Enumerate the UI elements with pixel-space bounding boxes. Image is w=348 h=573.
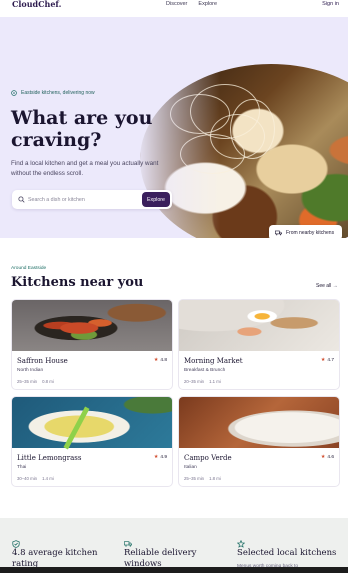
kitchen-image: [12, 397, 172, 450]
kitchen-card-campo-verde[interactable]: Campo Verde ★ 4.6 Italian 25–35 min 1.8 mi: [178, 396, 340, 487]
nav-link-discover[interactable]: Discover: [166, 1, 187, 7]
kitchen-name: Little Lemongrass: [17, 454, 82, 462]
kitchens-eyebrow: Around Eastside: [11, 266, 47, 271]
nav-link-explore[interactable]: Explore: [198, 1, 217, 7]
rating-value: 4.9: [160, 454, 167, 460]
hero-image-fade: [140, 64, 220, 238]
feature-title: Selected local kitchens: [237, 548, 337, 558]
explore-button[interactable]: Explore: [142, 192, 170, 207]
nearby-button-label: From nearby kitchens: [286, 229, 335, 236]
kitchen-cuisine: North Indian: [17, 368, 44, 373]
rating-value: 4.6: [327, 454, 334, 460]
brand-logo[interactable]: CloudChef.: [12, 0, 61, 9]
kitchen-image: [12, 300, 172, 351]
distance: 1.8 mi: [209, 476, 221, 481]
kitchen-card-little-lemongrass[interactable]: Little Lemongrass ★ 4.9 Thai 30–40 min 1.4…: [11, 396, 173, 487]
kitchen-name: Campo Verde: [184, 454, 232, 462]
straw-decoration: [63, 406, 90, 450]
location-pin-icon: [11, 90, 17, 96]
hero-subtitle: Find a local kitchen and get a meal you …: [11, 160, 159, 177]
rating-value: 4.8: [160, 357, 167, 363]
kitchen-rating: ★ 4.8: [154, 357, 167, 363]
kitchen-image: [179, 397, 339, 448]
feature-rating: 4.8 average kitchen rating: [12, 535, 122, 569]
shield-check-icon: [12, 540, 20, 548]
nav-links: Discover Explore: [166, 1, 217, 7]
search-bar: Explore: [12, 190, 172, 209]
kitchen-cuisine: Italian: [184, 465, 197, 470]
location-tag-text: Eastside kitchens, delivering now: [21, 90, 95, 96]
search-input[interactable]: [28, 194, 132, 205]
hero-title: What are you craving?: [11, 107, 153, 151]
kitchen-rating: ★ 4.7: [321, 357, 334, 363]
star-icon: ★: [320, 357, 326, 363]
kitchen-cuisine: Thai: [17, 465, 27, 470]
kitchen-name: Morning Market: [184, 357, 243, 365]
kitchen-card-saffron-house[interactable]: Saffron House ★ 4.8 North Indian 25–35 mi…: [11, 299, 173, 390]
delivery-time: 30–40 min: [17, 476, 38, 481]
delivery-time: 25–35 min: [184, 476, 205, 481]
bottom-bar: [0, 567, 348, 573]
star-icon: ★: [153, 357, 159, 363]
distance: 1.4 mi: [42, 476, 54, 481]
truck-icon: [124, 541, 132, 547]
kitchen-card-morning-market[interactable]: Morning Market ★ 4.7 Breakfast & Brunch 2…: [178, 299, 340, 390]
rating-value: 4.7: [327, 357, 334, 363]
nearby-kitchens-button[interactable]: From nearby kitchens: [269, 225, 342, 238]
sign-in-link[interactable]: Sign in: [322, 1, 339, 7]
hero-section: Eastside kitchens, delivering now What a…: [0, 17, 348, 238]
delivery-truck-icon: [275, 230, 282, 235]
kitchen-rating: ★ 4.9: [154, 454, 167, 460]
kitchen-image: [179, 300, 339, 351]
kitchen-name: Saffron House: [17, 357, 68, 365]
feature-local: Selected local kitchens Menus worth comi…: [236, 535, 347, 569]
distance: 1.1 mi: [209, 379, 221, 384]
kitchen-meta: 25–35 min 0.8 mi: [17, 379, 54, 384]
star-icon: [236, 539, 246, 548]
kitchen-rating: ★ 4.6: [321, 454, 334, 460]
delivery-time: 20–35 min: [184, 379, 205, 384]
star-icon: ★: [320, 454, 326, 460]
kitchen-meta: 20–35 min 1.1 mi: [184, 379, 221, 384]
kitchen-cuisine: Breakfast & Brunch: [184, 368, 226, 373]
see-all-link[interactable]: See all →: [316, 283, 338, 289]
location-tag: Eastside kitchens, delivering now: [11, 90, 95, 96]
kitchen-meta: 30–40 min 1.4 mi: [17, 476, 54, 481]
top-nav: CloudChef. Discover Explore Sign in: [0, 0, 348, 12]
kitchens-section-title: Kitchens near you: [11, 275, 144, 290]
search-icon: [18, 196, 25, 203]
feature-delivery: Reliable delivery windows: [124, 535, 234, 569]
delivery-time: 25–35 min: [17, 379, 38, 384]
features-strip: 4.8 average kitchen rating Reliable deli…: [0, 518, 348, 573]
star-icon: ★: [153, 454, 159, 460]
distance: 0.8 mi: [42, 379, 54, 384]
kitchen-meta: 25–35 min 1.8 mi: [184, 476, 221, 481]
